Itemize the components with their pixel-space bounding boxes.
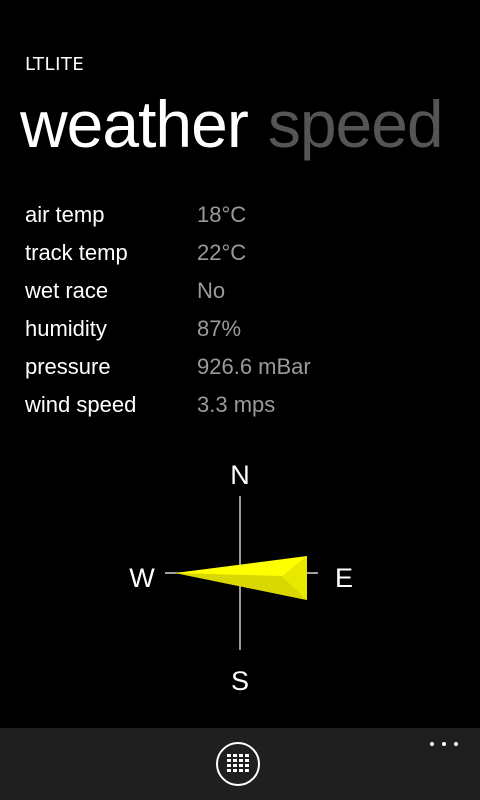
stat-row-humidity: humidity 87% xyxy=(25,310,465,348)
compass-north-label: N xyxy=(230,460,250,490)
grid-list-button[interactable] xyxy=(216,742,260,786)
ellipsis-icon[interactable] xyxy=(430,738,458,750)
stat-row-wind-speed: wind speed 3.3 mps xyxy=(25,386,465,424)
stat-label: pressure xyxy=(25,354,111,379)
stat-value: 926.6 mBar xyxy=(197,354,311,379)
compass-west-label: W xyxy=(129,563,155,593)
stat-label: humidity xyxy=(25,316,107,341)
pivot-tab-weather[interactable]: weather xyxy=(20,88,249,160)
stat-row-air-temp: air temp 18°C xyxy=(25,196,465,234)
stat-label: air temp xyxy=(25,202,105,227)
pivot-header: weather speed xyxy=(20,88,480,168)
stat-value: 87% xyxy=(197,316,242,341)
stat-value: 22°C xyxy=(197,240,247,265)
dot xyxy=(430,742,434,746)
stat-row-pressure: pressure 926.6 mBar xyxy=(25,348,465,386)
stat-value: No xyxy=(197,278,226,303)
app-bar xyxy=(0,728,480,800)
wind-direction-arrow-icon xyxy=(175,556,307,600)
grid-list-icon xyxy=(227,754,249,772)
stat-value: 18°C xyxy=(197,202,247,227)
compass-east-label: E xyxy=(334,563,353,593)
app-title: LTLITE xyxy=(25,54,85,75)
weather-stats: air temp 18°C track temp 22°C wet race N… xyxy=(25,196,465,424)
compass-south-label: S xyxy=(230,666,249,696)
pivot-tab-speed[interactable]: speed xyxy=(268,88,444,160)
wind-compass: N S E W xyxy=(0,440,480,720)
stat-row-wet-race: wet race No xyxy=(25,272,465,310)
dot xyxy=(442,742,446,746)
dot xyxy=(454,742,458,746)
stat-label: track temp xyxy=(25,240,128,265)
stat-value: 3.3 mps xyxy=(197,392,276,417)
stat-label: wet race xyxy=(25,278,109,303)
stat-row-track-temp: track temp 22°C xyxy=(25,234,465,272)
stat-label: wind speed xyxy=(25,392,137,417)
